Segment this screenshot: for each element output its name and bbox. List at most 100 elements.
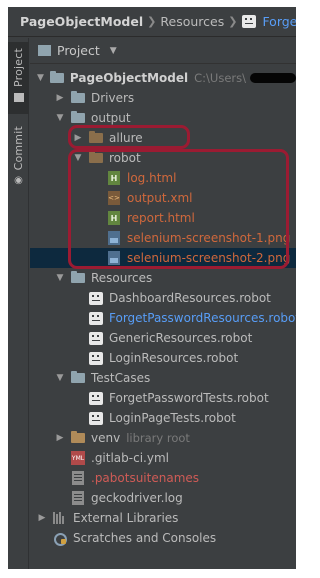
html-file-icon: H	[106, 171, 122, 185]
tab-project-label: Project	[12, 48, 25, 88]
chevron-down-icon[interactable]: ▼	[54, 273, 66, 283]
tree-item-label: TestCases	[91, 371, 151, 385]
tool-window-strip: Project Commit ◉	[8, 38, 29, 569]
chevron-right-icon[interactable]: ▶	[54, 93, 66, 103]
robot-file-icon	[88, 331, 104, 345]
tab-commit-label: Commit	[12, 126, 25, 171]
tree-item-pabotsuitenames[interactable]: .pabotsuitenames	[30, 468, 296, 488]
chevron-right-icon[interactable]: ▶	[54, 433, 66, 443]
tree-item-label: output.xml	[127, 191, 193, 205]
tree-item-drivers[interactable]: ▶ Drivers	[30, 88, 296, 108]
commit-icon: ◉	[14, 175, 23, 187]
tree-item-label: .gitlab-ci.yml	[91, 451, 169, 465]
library-icon	[52, 511, 68, 525]
robot-file-icon	[88, 351, 104, 365]
tree-item-label: ForgetPasswordResources.robot	[109, 311, 296, 325]
chevron-down-icon[interactable]: ▼	[54, 373, 66, 383]
tree-item-geckodriver-log[interactable]: geckodriver.log	[30, 488, 296, 508]
breadcrumb-root[interactable]: PageObjectModel	[20, 14, 143, 29]
tree-item-label: PageObjectModel	[69, 71, 189, 85]
folder-icon	[88, 151, 104, 165]
tree-item-login-page-tests[interactable]: LoginPageTests.robot	[30, 408, 296, 428]
tree-item-meta: library root	[126, 431, 190, 445]
breadcrumb-resources[interactable]: Resources	[160, 14, 224, 29]
tree-item-login-resources[interactable]: LoginResources.robot	[30, 348, 296, 368]
tree-item-label: DashboardResources.robot	[109, 291, 271, 305]
tree-item-forget-password-tests[interactable]: ForgetPasswordTests.robot	[30, 388, 296, 408]
tree-item-output[interactable]: ▼ output	[30, 108, 296, 128]
tree-item-label: venv	[91, 431, 121, 445]
chevron-right-icon: ❯	[228, 15, 238, 28]
yml-file-icon: YML	[70, 451, 86, 465]
folder-icon	[38, 45, 51, 56]
tree-item-label: ForgetPasswordTests.robot	[109, 391, 269, 405]
chevron-right-icon[interactable]: ▶	[36, 513, 48, 523]
chevron-down-icon[interactable]: ▼	[36, 73, 45, 83]
tree-item-log-html[interactable]: H log.html	[30, 168, 296, 188]
folder-icon	[13, 93, 24, 103]
chevron-down-icon[interactable]: ▼	[72, 153, 84, 163]
tree-item-label: Resources	[91, 271, 153, 285]
tree-item-testcases[interactable]: ▼ TestCases	[30, 368, 296, 388]
panel-title[interactable]: Project	[57, 43, 100, 58]
tree-item-label: selenium-screenshot-2.png	[127, 251, 291, 265]
tree-item-label: report.html	[127, 211, 195, 225]
tree-item-path: C:\Users\	[194, 71, 246, 85]
robot-file-icon	[88, 311, 104, 325]
tree-item-label: GenericResources.robot	[109, 331, 253, 345]
tree-item-robot[interactable]: ▼ robot	[30, 148, 296, 168]
project-panel: Project ▼ ▼ PageObjectModel C:\Users\ ▶ …	[30, 38, 296, 569]
folder-icon	[70, 371, 86, 385]
robot-file-icon	[88, 291, 104, 305]
tree-item-report-html[interactable]: H report.html	[30, 208, 296, 228]
xml-file-icon: <>	[106, 191, 122, 205]
breadcrumb: PageObjectModel ❯ Resources ❯ ForgetPass…	[8, 7, 296, 37]
tree-item-label: Scratches and Consoles	[73, 531, 217, 545]
tree-item-label: geckodriver.log	[91, 491, 183, 505]
folder-icon	[70, 271, 86, 285]
tree-item-resources[interactable]: ▼ Resources	[30, 268, 296, 288]
tree-item-scratches[interactable]: Scratches and Consoles	[30, 528, 296, 548]
tree-item-output-xml[interactable]: <> output.xml	[30, 188, 296, 208]
chevron-right-icon[interactable]: ▶	[72, 133, 84, 143]
folder-icon	[88, 131, 104, 145]
tree-item-label: External Libraries	[73, 511, 179, 525]
chevron-right-icon: ❯	[147, 15, 157, 28]
tree-item-screenshot-2[interactable]: selenium-screenshot-2.png	[30, 248, 296, 268]
panel-header: Project ▼	[30, 38, 296, 64]
tree-item-label: output	[91, 111, 131, 125]
chevron-down-icon[interactable]: ▼	[54, 113, 66, 123]
robot-file-icon	[88, 391, 104, 405]
tree-item-label: LoginPageTests.robot	[109, 411, 236, 425]
scratches-icon	[52, 531, 68, 546]
robot-file-icon	[241, 15, 257, 29]
text-file-icon	[70, 491, 86, 505]
image-file-icon	[106, 231, 122, 245]
tree-item-forget-password-resources[interactable]: ForgetPasswordResources.robot	[30, 308, 296, 328]
tree-item-label: robot	[109, 151, 141, 165]
breadcrumb-file[interactable]: ForgetPassw	[262, 14, 296, 29]
html-file-icon: H	[106, 211, 122, 225]
tree-item-venv[interactable]: ▶ venv library root	[30, 428, 296, 448]
tree-item-label: LoginResources.robot	[109, 351, 239, 365]
image-file-icon	[106, 251, 122, 265]
tree-item-allure[interactable]: ▶ allure	[30, 128, 296, 148]
tree-item-screenshot-1[interactable]: selenium-screenshot-1.png	[30, 228, 296, 248]
tree-item-label: log.html	[127, 171, 177, 185]
chevron-down-icon[interactable]: ▼	[110, 46, 117, 56]
folder-icon	[70, 431, 86, 445]
tree-item-label: allure	[109, 131, 143, 145]
tree-item-generic-resources[interactable]: GenericResources.robot	[30, 328, 296, 348]
folder-icon	[70, 91, 86, 105]
tab-commit[interactable]: Commit ◉	[8, 126, 29, 196]
tree-item-external-libraries[interactable]: ▶ External Libraries	[30, 508, 296, 528]
text-file-icon	[70, 471, 86, 485]
folder-icon	[70, 111, 86, 125]
tab-project[interactable]: Project	[8, 42, 29, 114]
tree-item-gitlab-ci[interactable]: YML .gitlab-ci.yml	[30, 448, 296, 468]
redaction-mark	[249, 73, 296, 83]
tree-item-label: .pabotsuitenames	[91, 471, 200, 485]
tree-item-dashboard-resources[interactable]: DashboardResources.robot	[30, 288, 296, 308]
tree-item-label: Drivers	[91, 91, 135, 105]
tree-item-root[interactable]: ▼ PageObjectModel C:\Users\	[30, 68, 296, 88]
